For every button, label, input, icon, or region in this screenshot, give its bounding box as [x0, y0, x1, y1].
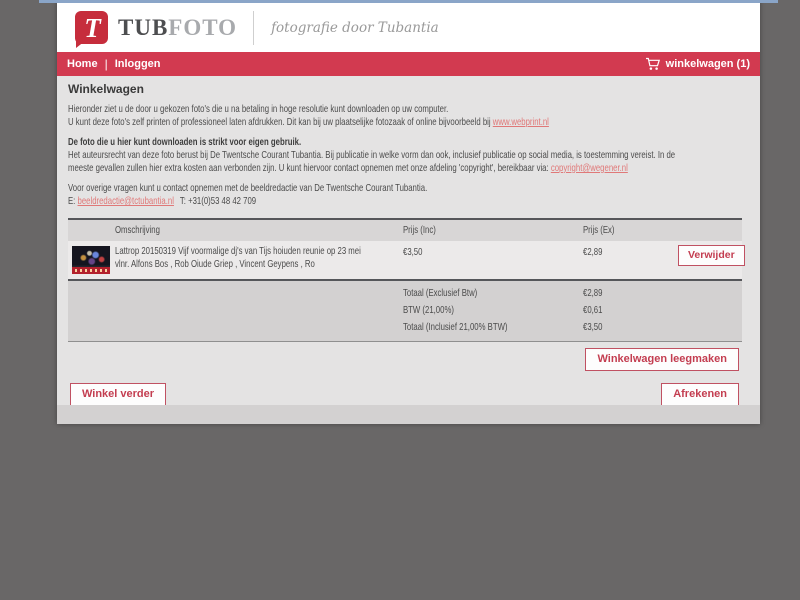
- nav-inloggen-link[interactable]: Inloggen: [115, 58, 161, 70]
- total-incl-label: Totaal (Inclusief 21,00% BTW): [403, 321, 536, 334]
- intro-line-2: U kunt deze foto's zelf printen of profe…: [68, 116, 567, 129]
- cart-table: Omschrijving Prijs (Inc) Prijs (Ex) Latt…: [68, 218, 742, 342]
- usage-line-2: meeste gevallen zullen hier extra kosten…: [68, 162, 567, 175]
- total-row-excl: Totaal (Exclusief Btw) €2,89: [68, 285, 742, 302]
- contact-line-2: E: beeldredactie@tctubantia.nl T: +31(0)5…: [68, 195, 567, 208]
- bottom-actions-row: Winkel verder Afrekenen: [68, 383, 742, 405]
- total-incl-value: €3,50: [583, 321, 701, 334]
- checkout-button[interactable]: Afrekenen: [661, 383, 739, 405]
- cart-page-content: Winkelwagen Hieronder ziet u de door u g…: [57, 76, 760, 405]
- contact-paragraph: Voor overige vragen kunt u contact opnem…: [68, 182, 742, 208]
- total-excl-label: Totaal (Exclusief Btw): [403, 287, 536, 300]
- item-action-cell: Verwijder: [678, 245, 750, 266]
- main-navbar: Home | Inloggen winkelwagen (1): [57, 52, 760, 76]
- remove-item-button[interactable]: Verwijder: [678, 245, 745, 266]
- total-row-btw: BTW (21,00%) €0,61: [68, 302, 742, 319]
- page-title: Winkelwagen: [68, 83, 742, 95]
- tubfoto-logo[interactable]: T TUBFOTO: [75, 11, 237, 44]
- cart-icon: [645, 57, 661, 71]
- item-thumbnail[interactable]: [72, 246, 110, 274]
- footer-strip: [57, 405, 760, 424]
- nav-home-link[interactable]: Home: [67, 58, 98, 70]
- cart-table-header: Omschrijving Prijs (Inc) Prijs (Ex): [68, 220, 742, 241]
- logo-text-primary: TUB: [118, 15, 168, 40]
- tubfoto-logo-icon: T: [75, 11, 108, 44]
- logo-text: TUBFOTO: [118, 15, 237, 41]
- item-price-inc: €3,50: [403, 245, 536, 259]
- tubfoto-page: T TUBFOTO fotografie door Tubantia Home …: [57, 0, 760, 424]
- contact-phone: T: +31(0)53 48 42 709: [180, 195, 256, 207]
- header-divider: [253, 11, 254, 45]
- usage-line-2-text: meeste gevallen zullen hier extra kosten…: [68, 162, 551, 174]
- intro-paragraph: Hieronder ziet u de door u gekozen foto'…: [68, 103, 742, 129]
- total-btw-label: BTW (21,00%): [403, 304, 536, 317]
- brand-tagline: fotografie door Tubantia: [271, 20, 439, 36]
- logo-letter: T: [84, 13, 101, 43]
- usage-bold-line: De foto die u hier kunt downloaden is st…: [68, 136, 567, 149]
- continue-shopping-button[interactable]: Winkel verder: [70, 383, 166, 405]
- usage-paragraph: De foto die u hier kunt downloaden is st…: [68, 136, 742, 175]
- item-thumbnail-cell: [68, 245, 115, 274]
- item-description-line-2: vlnr. Alfons Bos , Rob Oiude Griep , Vin…: [115, 258, 328, 271]
- webprint-link[interactable]: www.webprint.nl: [493, 116, 549, 128]
- empty-cart-row: Winkelwagen leegmaken: [68, 348, 742, 371]
- intro-line-1: Hieronder ziet u de door u gekozen foto'…: [68, 103, 567, 116]
- item-description-line-1: Lattrop 20150319 Vijf voormalige dj's va…: [115, 245, 328, 258]
- nav-cart-link[interactable]: winkelwagen (1): [645, 57, 750, 71]
- beeldredactie-email-link[interactable]: beeldredactie@tctubantia.nl: [78, 195, 174, 207]
- item-description: Lattrop 20150319 Vijf voormalige dj's va…: [115, 245, 403, 271]
- usage-line-1: Het auteursrecht van deze foto berust bi…: [68, 149, 567, 162]
- total-excl-value: €2,89: [583, 287, 701, 300]
- cart-totals: Totaal (Exclusief Btw) €2,89 BTW (21,00%…: [68, 281, 742, 342]
- cart-item-row: Lattrop 20150319 Vijf voormalige dj's va…: [68, 241, 742, 281]
- col-omschrijving: Omschrijving: [115, 224, 328, 237]
- nav-separator: |: [105, 57, 108, 71]
- site-header: T TUBFOTO fotografie door Tubantia: [57, 3, 760, 52]
- total-row-incl: Totaal (Inclusief 21,00% BTW) €3,50: [68, 319, 742, 336]
- empty-cart-button[interactable]: Winkelwagen leegmaken: [585, 348, 739, 371]
- intro-line-2-text: U kunt deze foto's zelf printen of profe…: [68, 116, 493, 128]
- item-price-ex: €2,89: [583, 245, 653, 259]
- cart-label: winkelwagen (1): [666, 58, 750, 70]
- logo-text-secondary: FOTO: [168, 15, 237, 40]
- contact-line-1: Voor overige vragen kunt u contact opnem…: [68, 182, 567, 195]
- col-prijs-ex: Prijs (Ex): [583, 224, 653, 237]
- total-btw-value: €0,61: [583, 304, 701, 317]
- col-prijs-inc: Prijs (Inc): [403, 224, 536, 237]
- copyright-email-link[interactable]: copyright@wegener.nl: [551, 162, 628, 174]
- contact-email-prefix: E:: [68, 195, 78, 207]
